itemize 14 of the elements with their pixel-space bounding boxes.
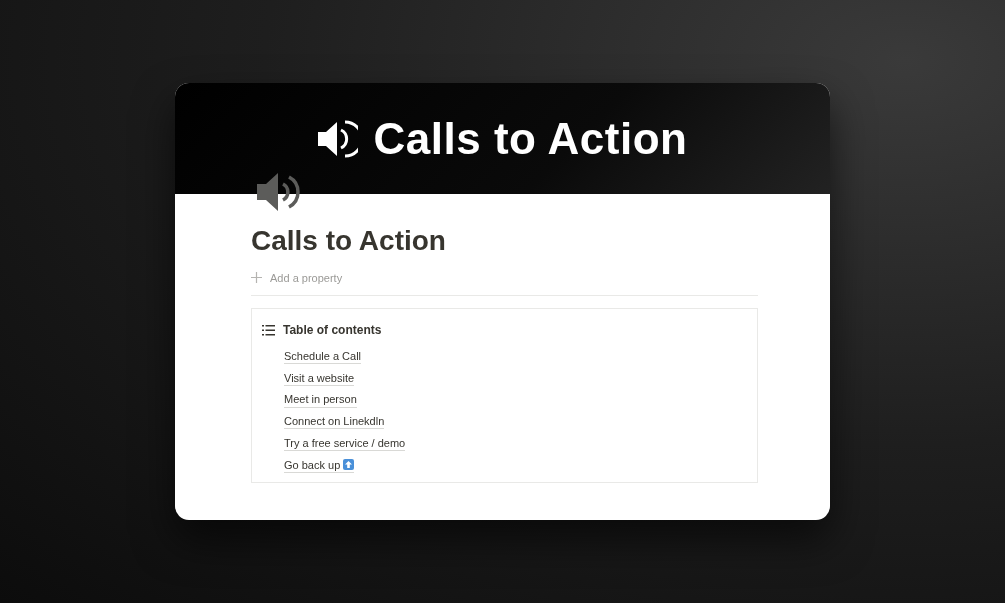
toc-heading: Table of contents bbox=[283, 322, 382, 340]
page-title: Calls to Action bbox=[251, 224, 447, 258]
speaker-icon bbox=[257, 172, 303, 212]
speaker-icon bbox=[317, 119, 358, 158]
toc-link[interactable]: Meet in person bbox=[284, 392, 357, 408]
cover-title: Calls to Action bbox=[373, 116, 688, 161]
toc-link[interactable]: Go back up bbox=[284, 457, 355, 473]
toc-link[interactable]: Connect on Linekdln bbox=[284, 414, 385, 430]
toc-link[interactable]: Schedule a Call bbox=[284, 349, 362, 365]
up-arrow-icon bbox=[343, 459, 355, 471]
toc-link[interactable]: Visit a website bbox=[284, 370, 355, 387]
toc-link[interactable]: Try a free service / demo bbox=[284, 435, 406, 452]
list-icon bbox=[262, 324, 275, 336]
plus-icon bbox=[251, 272, 262, 284]
